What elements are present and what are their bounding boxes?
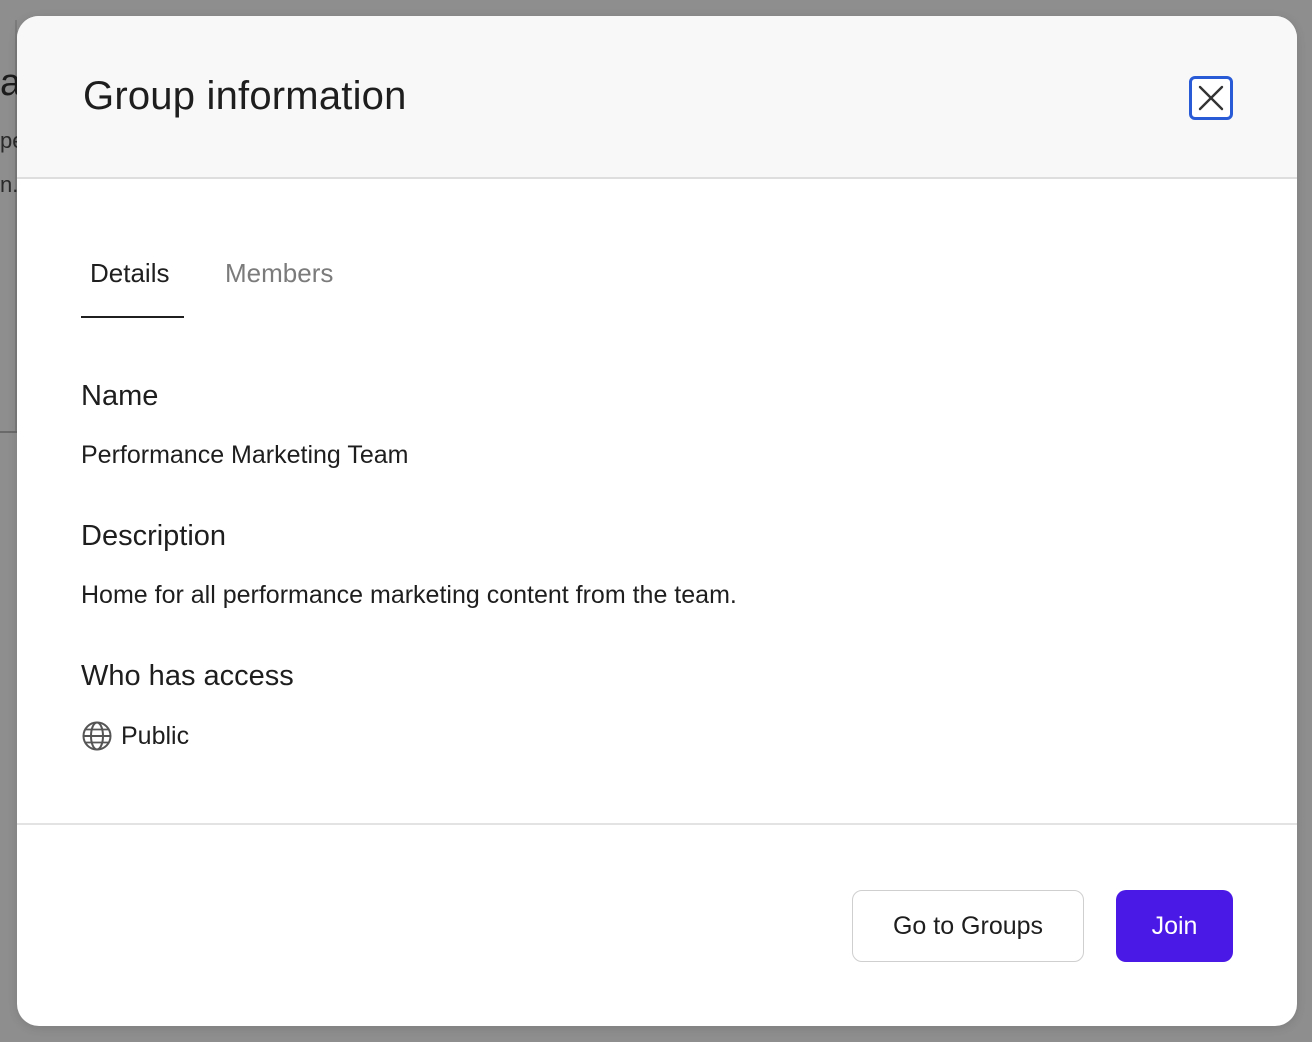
- close-icon: [1198, 85, 1224, 111]
- dialog-header: Group information: [17, 16, 1297, 179]
- access-value: Public: [81, 720, 189, 752]
- join-button[interactable]: Join: [1116, 890, 1233, 962]
- globe-icon: [82, 721, 112, 751]
- description-value: Home for all performance marketing conte…: [81, 581, 737, 609]
- access-value-text: Public: [121, 721, 190, 750]
- background-text-fragment: pe: [0, 128, 18, 153]
- dialog-title: Group information: [83, 74, 407, 118]
- background-divider: [0, 431, 18, 433]
- tab-details[interactable]: Details: [81, 248, 184, 318]
- group-information-dialog: Group information Details Members Name P…: [17, 16, 1297, 1026]
- name-value: Performance Marketing Team: [81, 441, 409, 469]
- description-label: Description: [81, 520, 227, 552]
- tab-bar: Details Members: [81, 248, 342, 318]
- active-tab-indicator: [81, 316, 184, 318]
- background-text-fragment: n.: [0, 172, 18, 197]
- name-label: Name: [81, 380, 159, 412]
- footer-divider: [17, 823, 1297, 825]
- tab-label: Members: [225, 258, 334, 288]
- background-title-fragment: ar: [0, 62, 18, 104]
- close-button[interactable]: [1189, 76, 1233, 120]
- access-label: Who has access: [81, 660, 294, 692]
- go-to-groups-button[interactable]: Go to Groups: [852, 890, 1084, 962]
- tab-members[interactable]: Members: [216, 248, 342, 318]
- tab-label: Details: [90, 258, 170, 288]
